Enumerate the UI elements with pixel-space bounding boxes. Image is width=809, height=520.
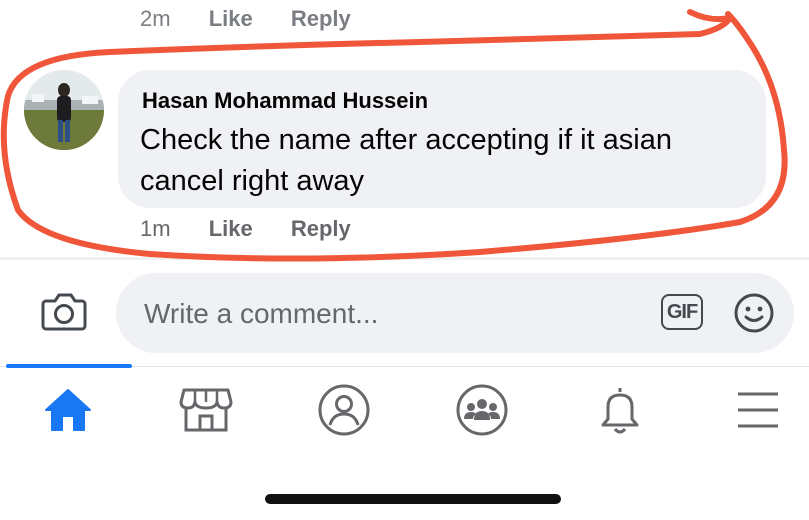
comment-time: 1m: [140, 216, 171, 241]
camera-icon[interactable]: [40, 292, 88, 332]
nav-home[interactable]: [38, 380, 98, 440]
groups-icon: [456, 384, 508, 436]
avatar-photo: [24, 70, 104, 150]
avatar[interactable]: [24, 70, 104, 150]
active-tab-indicator: [6, 364, 132, 368]
comment-author[interactable]: Hasan Mohammad Hussein: [142, 88, 428, 114]
nav-groups[interactable]: [452, 380, 512, 440]
nav-menu[interactable]: [728, 380, 788, 440]
nav-profile[interactable]: [314, 380, 374, 440]
comment-input[interactable]: [142, 293, 646, 335]
home-icon: [45, 389, 91, 431]
previous-comment-actions: 2m Like Reply: [140, 6, 351, 32]
comment-bubble[interactable]: Hasan Mohammad Hussein Check the name af…: [118, 70, 766, 208]
notifications-icon: [601, 388, 639, 434]
emoji-icon[interactable]: [733, 292, 775, 334]
previous-like-button[interactable]: Like: [209, 6, 253, 32]
comment-actions: 1m Like Reply: [140, 216, 351, 242]
divider: [0, 257, 809, 260]
home-indicator[interactable]: [265, 494, 561, 504]
comment-composer[interactable]: GIF: [116, 273, 794, 353]
marketplace-icon: [179, 388, 233, 432]
comment-text: Check the name after accepting if it asi…: [140, 124, 672, 197]
profile-icon: [318, 384, 370, 436]
nav-notifications[interactable]: [590, 380, 650, 440]
reply-button[interactable]: Reply: [291, 216, 351, 241]
previous-comment-time: 2m: [140, 6, 171, 31]
like-button[interactable]: Like: [209, 216, 253, 241]
nav-marketplace[interactable]: [176, 380, 236, 440]
previous-reply-button[interactable]: Reply: [291, 6, 351, 32]
menu-icon: [738, 392, 778, 428]
gif-button[interactable]: GIF: [661, 294, 703, 330]
